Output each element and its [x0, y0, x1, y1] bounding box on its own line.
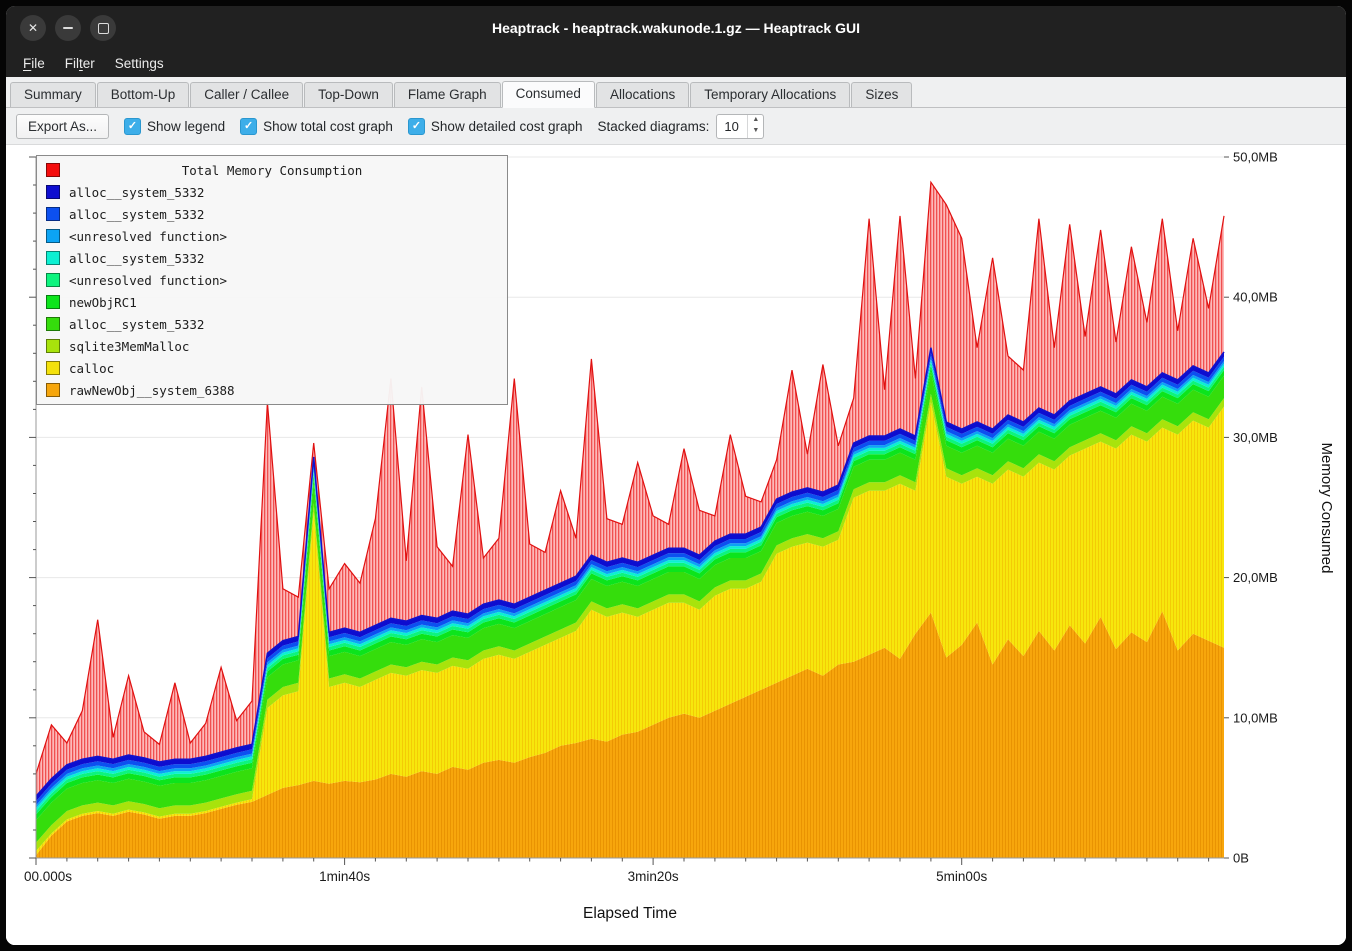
color-swatch-icon [46, 163, 60, 177]
maximize-button[interactable] [90, 15, 116, 41]
color-swatch-icon [46, 251, 60, 265]
minimize-icon [63, 27, 73, 29]
spin-down-icon[interactable]: ▼ [748, 126, 763, 138]
stacked-diagrams-spinbox[interactable]: 10 ▲▼ [716, 114, 764, 139]
y-tick-label: 30,0MB [1233, 430, 1278, 445]
legend-title-row: Total Memory Consumption [37, 159, 507, 181]
color-swatch-icon [46, 229, 60, 243]
tab-bar: SummaryBottom-UpCaller / CalleeTop-DownF… [6, 77, 1346, 108]
color-swatch-icon [46, 317, 60, 331]
toolbar: Export As... ✓ Show legend ✓ Show total cos… [6, 108, 1346, 145]
x-tick-label: 3min20s [628, 869, 679, 884]
color-swatch-icon [46, 185, 60, 199]
close-icon: ✕ [28, 21, 38, 35]
legend-entry-label: alloc__system_5332 [69, 317, 204, 332]
legend-entry: newObjRC1 [37, 291, 507, 313]
legend-entry-label: calloc [69, 361, 114, 376]
color-swatch-icon [46, 207, 60, 221]
color-swatch-icon [46, 295, 60, 309]
legend-entry-label: alloc__system_5332 [69, 251, 204, 266]
legend-entry-label: sqlite3MemMalloc [69, 339, 189, 354]
checkbox-checked-icon: ✓ [124, 118, 141, 135]
color-swatch-icon [46, 339, 60, 353]
maximize-icon [98, 23, 109, 34]
export-as-button[interactable]: Export As... [16, 114, 109, 139]
menu-filter[interactable]: Filter [56, 53, 104, 74]
legend-entry: alloc__system_5332 [37, 203, 507, 225]
titlebar: ✕ Heaptrack - heaptrack.wakunode.1.gz — … [6, 6, 1346, 50]
checkbox-label: Show legend [147, 119, 225, 134]
legend-entry: calloc [37, 357, 507, 379]
legend-entry: <unresolved function> [37, 269, 507, 291]
y-tick-label: 40,0MB [1233, 290, 1278, 305]
checkbox-label: Show detailed cost graph [431, 119, 583, 134]
legend-entry-label: newObjRC1 [69, 295, 137, 310]
spin-up-icon[interactable]: ▲ [748, 115, 763, 127]
color-swatch-icon [46, 361, 60, 375]
x-tick-label: 1min40s [319, 869, 370, 884]
y-axis-title: Memory Consumed [1318, 443, 1335, 574]
close-button[interactable]: ✕ [20, 15, 46, 41]
legend-entry-label: rawNewObj__system_6388 [69, 383, 235, 398]
tab-consumed[interactable]: Consumed [502, 81, 595, 108]
tab-allocations[interactable]: Allocations [596, 82, 689, 107]
legend-title: Total Memory Consumption [182, 163, 363, 178]
color-swatch-icon [46, 383, 60, 397]
menu-settings[interactable]: Settings [106, 53, 173, 74]
x-axis-title: Elapsed Time [583, 905, 677, 922]
x-tick-label: 5min00s [936, 869, 987, 884]
legend-entry: alloc__system_5332 [37, 247, 507, 269]
tab-sizes[interactable]: Sizes [851, 82, 912, 107]
window-title: Heaptrack - heaptrack.wakunode.1.gz — He… [492, 20, 860, 36]
legend-entry: alloc__system_5332 [37, 313, 507, 335]
legend-entry-label: alloc__system_5332 [69, 185, 204, 200]
stacked-diagrams-label: Stacked diagrams: [598, 119, 710, 134]
x-tick-label: 00.000s [24, 869, 72, 884]
checkbox-show-total-cost-graph[interactable]: ✓ Show total cost graph [240, 118, 393, 135]
checkbox-label: Show total cost graph [263, 119, 393, 134]
y-tick-label: 10,0MB [1233, 710, 1278, 725]
chart-legend: Total Memory Consumption alloc__system_53… [36, 155, 508, 405]
checkbox-checked-icon: ✓ [408, 118, 425, 135]
tab-caller-callee[interactable]: Caller / Callee [190, 82, 303, 107]
app-window: ✕ Heaptrack - heaptrack.wakunode.1.gz — … [6, 6, 1346, 945]
spinbox-arrows: ▲▼ [747, 115, 763, 138]
legend-entry-label: alloc__system_5332 [69, 207, 204, 222]
y-tick-label: 20,0MB [1233, 570, 1278, 585]
legend-entry: sqlite3MemMalloc [37, 335, 507, 357]
checkbox-show-detailed-cost-graph[interactable]: ✓ Show detailed cost graph [408, 118, 583, 135]
tab-bottom-up[interactable]: Bottom-Up [97, 82, 190, 107]
chart-area: 0B 10,0MB 20,0MB 30,0MB 40,0MB 50,0MB 00.000s 1… [6, 145, 1346, 945]
y-tick-label: 0B [1233, 851, 1249, 866]
tab-flame-graph[interactable]: Flame Graph [394, 82, 501, 107]
tab-temporary-allocations[interactable]: Temporary Allocations [690, 82, 850, 107]
color-swatch-icon [46, 273, 60, 287]
stacked-diagrams: Stacked diagrams: 10 ▲▼ [598, 114, 765, 139]
y-tick-label: 50,0MB [1233, 150, 1278, 165]
legend-entry: <unresolved function> [37, 225, 507, 247]
checkbox-group: ✓ Show legend ✓ Show total cost graph ✓ Show … [124, 118, 583, 135]
checkbox-show-legend[interactable]: ✓ Show legend [124, 118, 225, 135]
window-controls: ✕ [20, 6, 116, 50]
legend-entry-label: <unresolved function> [69, 229, 227, 244]
menubar: FileFilterSettings [6, 50, 1346, 77]
legend-entry-label: <unresolved function> [69, 273, 227, 288]
checkbox-checked-icon: ✓ [240, 118, 257, 135]
screen: ✕ Heaptrack - heaptrack.wakunode.1.gz — … [0, 0, 1352, 951]
tab-top-down[interactable]: Top-Down [304, 82, 393, 107]
spinbox-value: 10 [717, 115, 747, 138]
legend-entry: rawNewObj__system_6388 [37, 379, 507, 401]
legend-entry: alloc__system_5332 [37, 181, 507, 203]
tab-summary[interactable]: Summary [10, 82, 96, 107]
menu-file[interactable]: File [14, 53, 54, 74]
minimize-button[interactable] [55, 15, 81, 41]
